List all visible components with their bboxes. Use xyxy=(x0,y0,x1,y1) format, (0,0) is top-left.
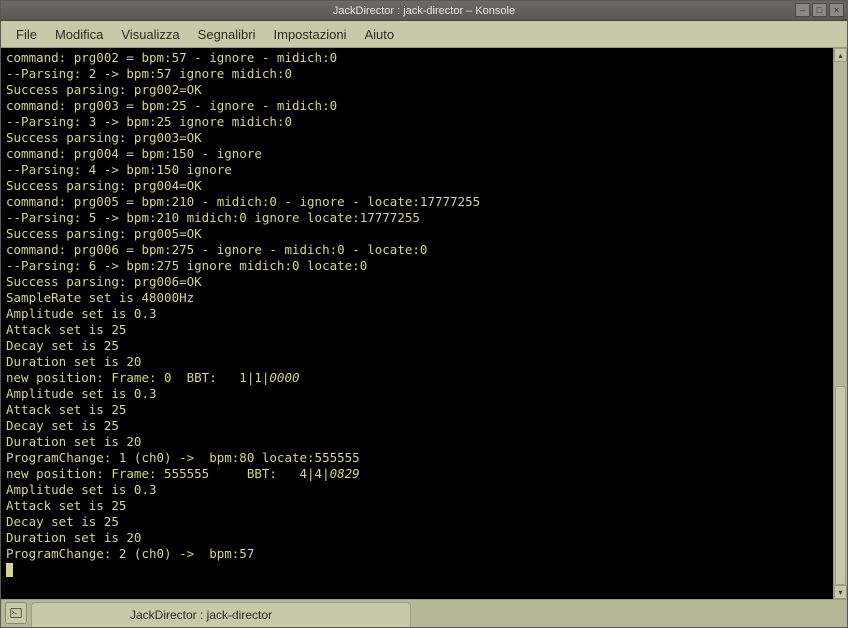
terminal-line: command: prg004 = bpm:150 - ignore xyxy=(6,146,828,162)
maximize-icon: □ xyxy=(817,5,822,15)
titlebar[interactable]: JackDirector : jack-director – Konsole –… xyxy=(1,1,847,21)
tab-active[interactable]: JackDirector : jack-director xyxy=(31,602,411,627)
tabbar: JackDirector : jack-director xyxy=(1,599,847,627)
terminal-line: ProgramChange: 1 (ch0) -> bpm:80 locate:… xyxy=(6,450,828,466)
tab-label: JackDirector : jack-director xyxy=(130,608,272,622)
window-controls: – □ × xyxy=(795,3,844,17)
menubar: File Modifica Visualizza Segnalibri Impo… xyxy=(1,21,847,48)
terminal-icon xyxy=(10,607,22,619)
terminal-line: command: prg003 = bpm:25 - ignore - midi… xyxy=(6,98,828,114)
chevron-up-icon: ▴ xyxy=(838,51,842,60)
terminal-line: Decay set is 25 xyxy=(6,338,828,354)
scroll-up-button[interactable]: ▴ xyxy=(834,48,847,62)
terminal-cursor xyxy=(6,563,13,577)
menu-edit[interactable]: Modifica xyxy=(46,23,112,46)
terminal-line: command: prg005 = bpm:210 - midich:0 - i… xyxy=(6,194,828,210)
maximize-button[interactable]: □ xyxy=(812,3,827,17)
terminal-line: Success parsing: prg004=OK xyxy=(6,178,828,194)
scroll-down-button[interactable]: ▾ xyxy=(834,585,847,599)
terminal-line: Success parsing: prg006=OK xyxy=(6,274,828,290)
app-window: JackDirector : jack-director – Konsole –… xyxy=(0,0,848,628)
terminal-line: Duration set is 20 xyxy=(6,434,828,450)
terminal-cursor-line xyxy=(6,562,828,578)
minimize-icon: – xyxy=(800,5,805,15)
terminal-line: Decay set is 25 xyxy=(6,514,828,530)
menu-view[interactable]: Visualizza xyxy=(112,23,188,46)
terminal-line: --Parsing: 5 -> bpm:210 midich:0 ignore … xyxy=(6,210,828,226)
scroll-thumb[interactable] xyxy=(835,386,846,585)
new-tab-button[interactable] xyxy=(5,602,27,624)
terminal-line: Success parsing: prg002=OK xyxy=(6,82,828,98)
terminal-line: Amplitude set is 0.3 xyxy=(6,482,828,498)
terminal-line: Amplitude set is 0.3 xyxy=(6,386,828,402)
terminal-line: command: prg002 = bpm:57 - ignore - midi… xyxy=(6,50,828,66)
terminal-line: --Parsing: 6 -> bpm:275 ignore midich:0 … xyxy=(6,258,828,274)
terminal-line: Attack set is 25 xyxy=(6,498,828,514)
terminal-line: Duration set is 20 xyxy=(6,530,828,546)
menu-bookmarks[interactable]: Segnalibri xyxy=(189,23,265,46)
scrollbar: ▴ ▾ xyxy=(833,48,847,599)
terminal-line: Amplitude set is 0.3 xyxy=(6,306,828,322)
terminal-line: command: prg006 = bpm:275 - ignore - mid… xyxy=(6,242,828,258)
terminal-line: Attack set is 25 xyxy=(6,402,828,418)
menu-settings[interactable]: Impostazioni xyxy=(265,23,356,46)
chevron-down-icon: ▾ xyxy=(838,588,842,597)
scroll-track[interactable] xyxy=(834,62,847,585)
terminal-line: --Parsing: 4 -> bpm:150 ignore xyxy=(6,162,828,178)
terminal-line: Duration set is 20 xyxy=(6,354,828,370)
terminal-line: new position: Frame: 0 BBT: 1|1|0000 xyxy=(6,370,828,386)
terminal-line: SampleRate set is 48000Hz xyxy=(6,290,828,306)
close-button[interactable]: × xyxy=(829,3,844,17)
terminal-line: Decay set is 25 xyxy=(6,418,828,434)
terminal-output[interactable]: command: prg002 = bpm:57 - ignore - midi… xyxy=(1,48,833,599)
window-title: JackDirector : jack-director – Konsole xyxy=(333,5,515,17)
terminal-line: --Parsing: 2 -> bpm:57 ignore midich:0 xyxy=(6,66,828,82)
terminal-line: Success parsing: prg003=OK xyxy=(6,130,828,146)
close-icon: × xyxy=(834,5,839,15)
menu-file[interactable]: File xyxy=(7,23,46,46)
terminal-line: ProgramChange: 2 (ch0) -> bpm:57 xyxy=(6,546,828,562)
terminal-line: Attack set is 25 xyxy=(6,322,828,338)
terminal-line: --Parsing: 3 -> bpm:25 ignore midich:0 xyxy=(6,114,828,130)
terminal-line: new position: Frame: 555555 BBT: 4|4|082… xyxy=(6,466,828,482)
menu-help[interactable]: Aiuto xyxy=(355,23,403,46)
terminal-line: Success parsing: prg005=OK xyxy=(6,226,828,242)
minimize-button[interactable]: – xyxy=(795,3,810,17)
terminal-area: command: prg002 = bpm:57 - ignore - midi… xyxy=(1,48,847,599)
